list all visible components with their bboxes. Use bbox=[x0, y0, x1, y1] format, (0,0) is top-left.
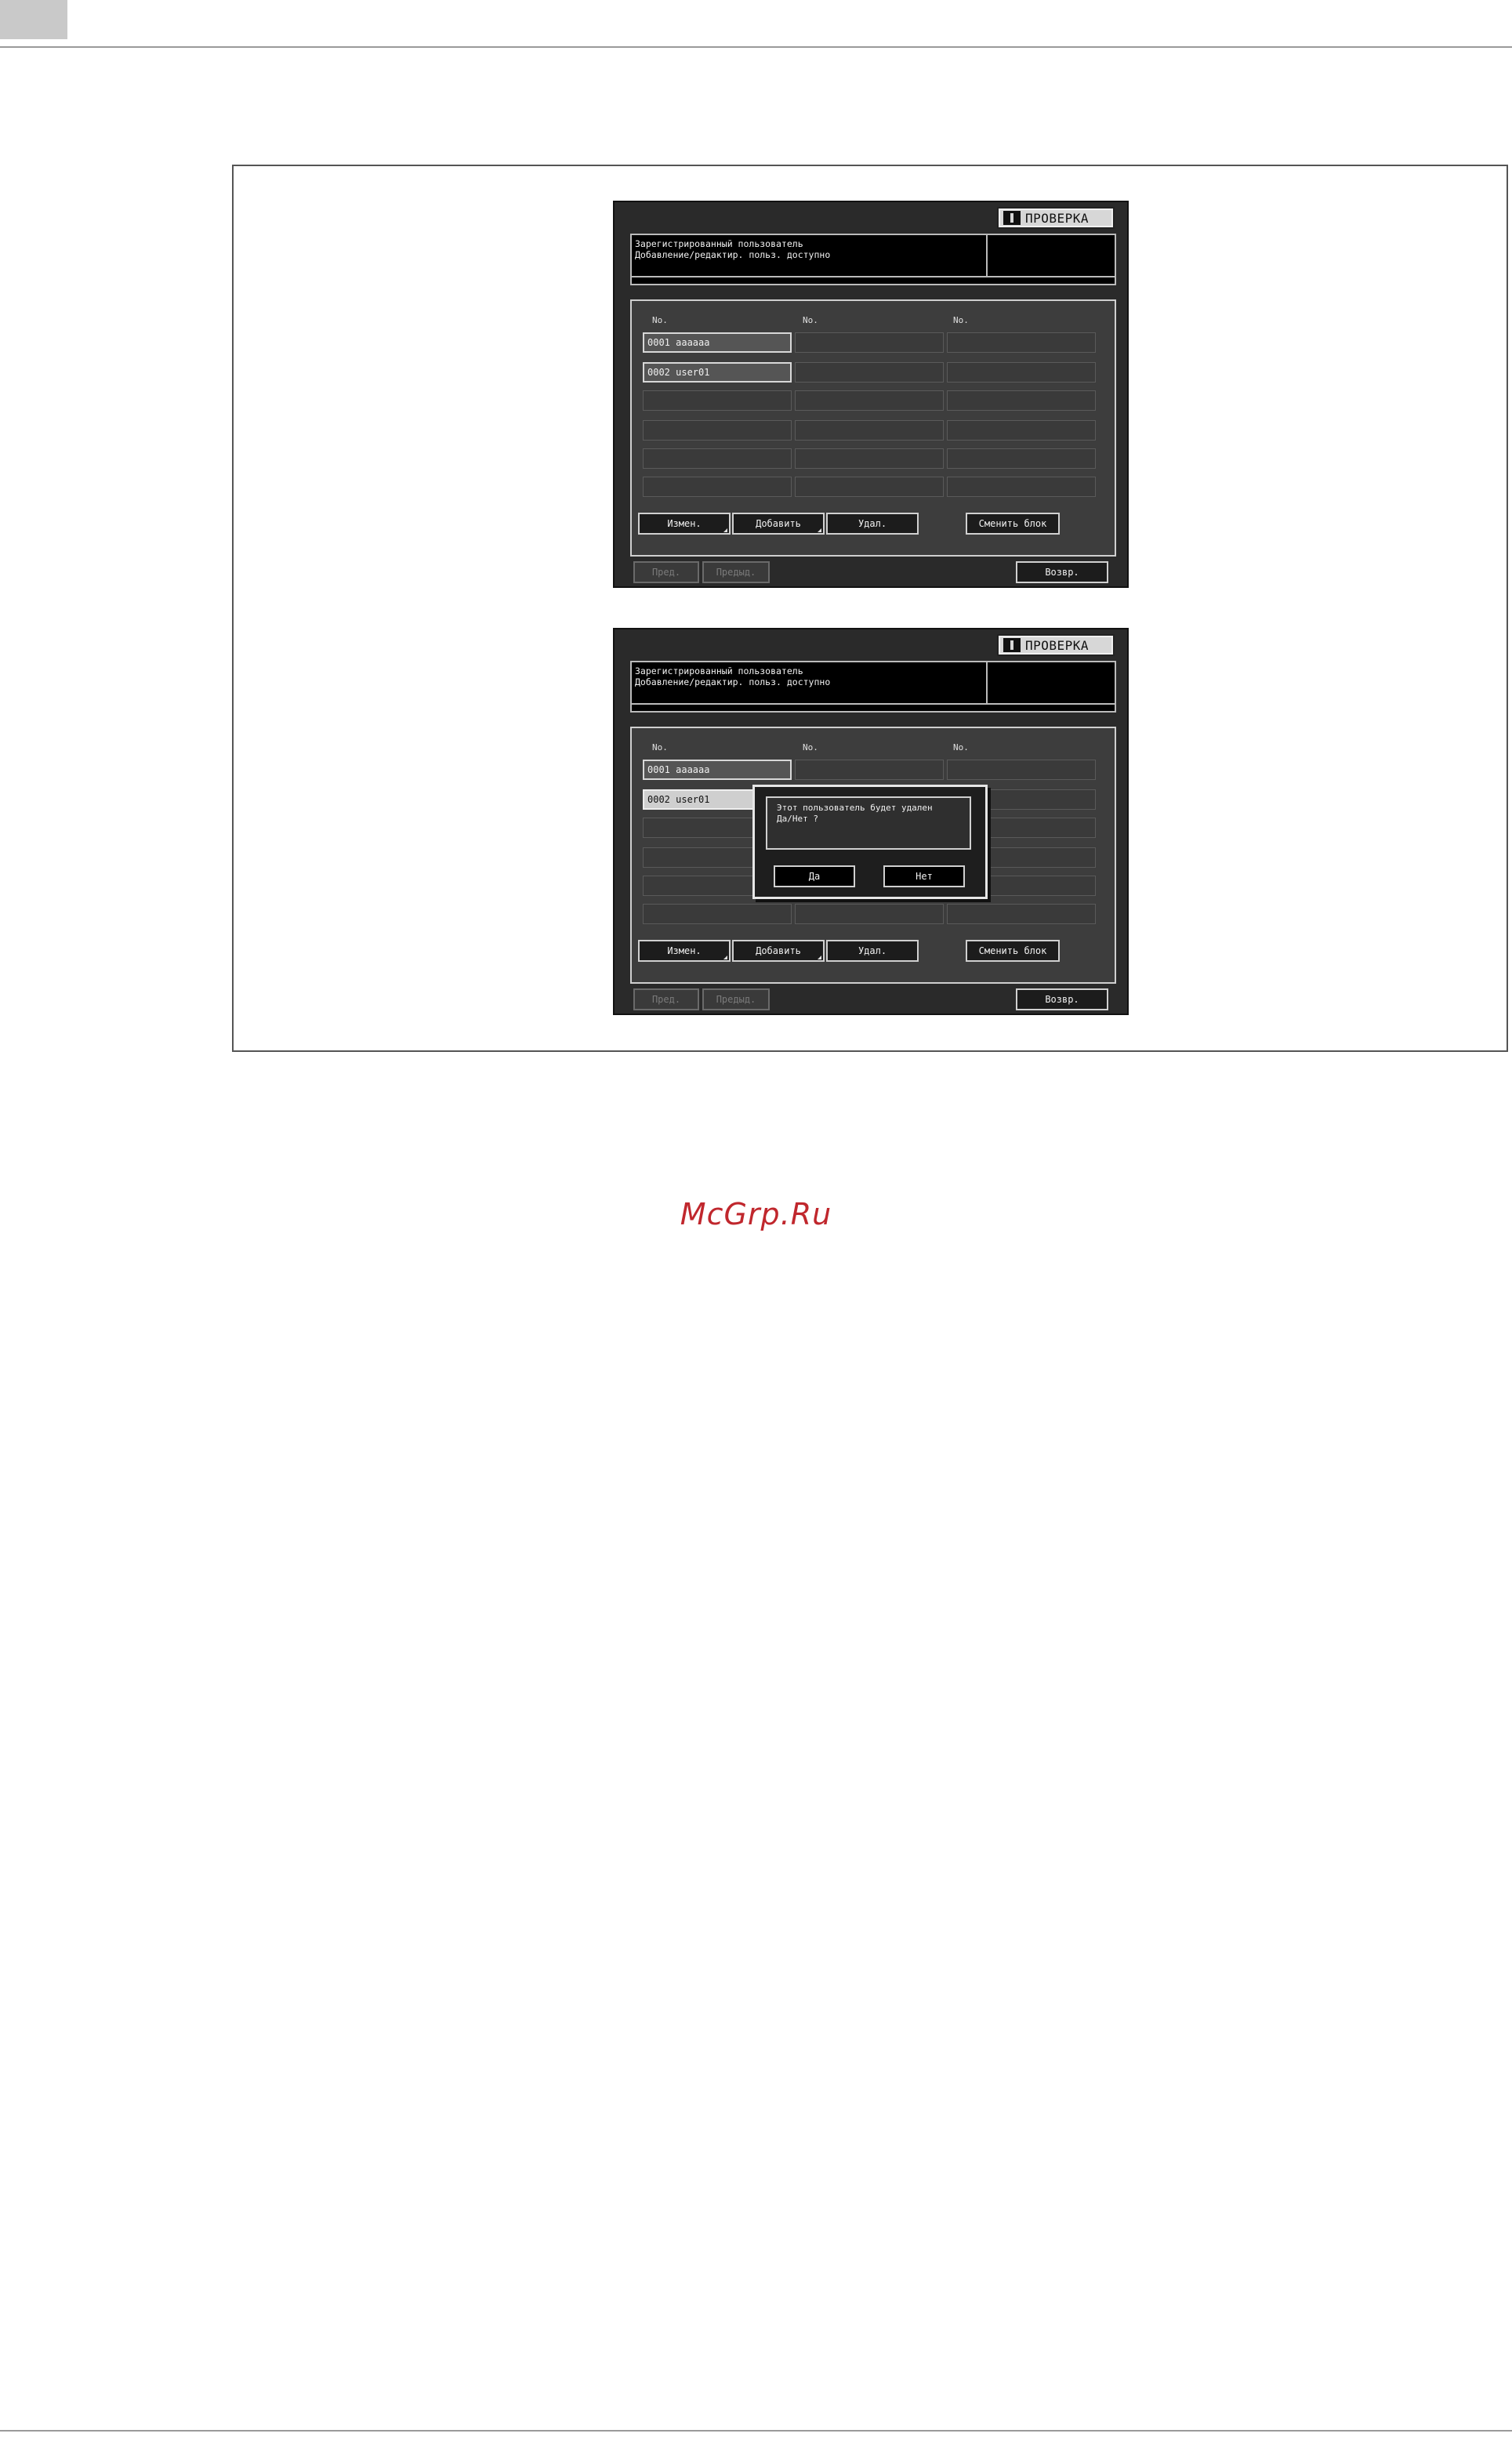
info-icon bbox=[1003, 211, 1021, 225]
change-block-button-label: Сменить блок bbox=[978, 945, 1047, 956]
empty-user-cell[interactable] bbox=[947, 760, 1096, 780]
empty-user-cell[interactable] bbox=[947, 448, 1096, 469]
dialog-message-line-1: Этот пользователь будет удален bbox=[777, 803, 933, 813]
empty-user-cell[interactable] bbox=[947, 477, 1096, 497]
message-divider bbox=[986, 235, 988, 276]
no-button-label: Нет bbox=[916, 871, 933, 882]
submenu-arrow-icon bbox=[723, 956, 727, 959]
message-bar bbox=[632, 276, 1115, 277]
footer-rule bbox=[0, 2430, 1512, 2432]
previous-button[interactable]: Предыд. bbox=[702, 988, 770, 1010]
empty-user-cell[interactable] bbox=[947, 362, 1096, 383]
empty-user-cell[interactable] bbox=[947, 332, 1096, 353]
column-header: No. bbox=[803, 315, 818, 325]
add-button-label: Добавить bbox=[756, 945, 801, 956]
column-header: No. bbox=[652, 742, 668, 752]
change-block-button-label: Сменить блок bbox=[978, 518, 1047, 529]
yes-button-label: Да bbox=[808, 871, 821, 882]
prev-button-label: Пред. bbox=[651, 567, 681, 578]
no-button[interactable]: Нет bbox=[883, 865, 965, 887]
page-corner-tab bbox=[0, 0, 67, 39]
user-cell-label: 0001 aaaaaa bbox=[647, 764, 710, 775]
empty-user-cell[interactable] bbox=[947, 390, 1096, 411]
empty-user-cell[interactable] bbox=[795, 448, 944, 469]
empty-user-cell[interactable] bbox=[643, 448, 792, 469]
empty-user-cell[interactable] bbox=[795, 332, 944, 353]
delete-button-label: Удал. bbox=[858, 945, 887, 956]
message-line-2: Добавление/редактир. польз. доступно bbox=[635, 676, 831, 687]
submenu-arrow-icon bbox=[723, 528, 727, 532]
prev-button-label: Пред. bbox=[651, 994, 681, 1005]
message-divider bbox=[986, 662, 988, 703]
previous-button-label: Предыд. bbox=[716, 994, 756, 1005]
prev-button[interactable]: Пред. bbox=[633, 988, 699, 1010]
back-button-label: Возвр. bbox=[1045, 994, 1079, 1005]
submenu-arrow-icon bbox=[818, 956, 821, 959]
user-cell-label: 0002 user01 bbox=[647, 794, 710, 805]
message-area: Зарегистрированный пользователь Добавлен… bbox=[630, 234, 1116, 285]
message-text: Зарегистрированный пользователь Добавлен… bbox=[635, 238, 980, 260]
edit-button-label: Измен. bbox=[667, 518, 702, 529]
add-button-label: Добавить bbox=[756, 518, 801, 529]
check-button[interactable]: ПРОВЕРКА bbox=[997, 207, 1115, 229]
user-cell-label: 0002 user01 bbox=[647, 367, 710, 378]
dialog-message: Этот пользователь будет удален Да/Нет ? bbox=[766, 796, 971, 850]
empty-user-cell[interactable] bbox=[643, 390, 792, 411]
empty-user-cell[interactable] bbox=[795, 420, 944, 441]
user-cell[interactable]: 0002 user01 bbox=[643, 362, 792, 383]
edit-button-label: Измен. bbox=[667, 945, 702, 956]
message-line-1: Зарегистрированный пользователь bbox=[635, 665, 803, 676]
check-button[interactable]: ПРОВЕРКА bbox=[997, 634, 1115, 656]
message-line-1: Зарегистрированный пользователь bbox=[635, 238, 803, 249]
check-button-label: ПРОВЕРКА bbox=[1025, 210, 1090, 226]
previous-button-label: Предыд. bbox=[716, 567, 756, 578]
add-button[interactable]: Добавить bbox=[732, 940, 825, 962]
delete-button-label: Удал. bbox=[858, 518, 887, 529]
back-button[interactable]: Возвр. bbox=[1016, 988, 1108, 1010]
empty-user-cell[interactable] bbox=[643, 904, 792, 924]
column-header: No. bbox=[803, 742, 818, 752]
delete-button[interactable]: Удал. bbox=[826, 940, 919, 962]
delete-confirm-screen: ПРОВЕРКА Зарегистрированный пользователь… bbox=[613, 628, 1129, 1015]
change-block-button[interactable]: Сменить блок bbox=[966, 513, 1060, 535]
delete-confirm-dialog: Этот пользователь будет удален Да/Нет ? … bbox=[752, 785, 988, 899]
empty-user-cell[interactable] bbox=[795, 904, 944, 924]
user-list-panel: No. No. No. 0001 aaaaaa 0002 user01 Изме… bbox=[630, 299, 1116, 557]
delete-button[interactable]: Удал. bbox=[826, 513, 919, 535]
column-header: No. bbox=[953, 742, 969, 752]
empty-user-cell[interactable] bbox=[643, 477, 792, 497]
message-bar bbox=[632, 703, 1115, 705]
edit-button[interactable]: Измен. bbox=[638, 940, 731, 962]
info-icon bbox=[1003, 638, 1021, 652]
watermark-text: McGrp.Ru bbox=[680, 1197, 832, 1231]
empty-user-cell[interactable] bbox=[795, 362, 944, 383]
previous-button[interactable]: Предыд. bbox=[702, 561, 770, 583]
empty-user-cell[interactable] bbox=[795, 760, 944, 780]
user-list-screen: ПРОВЕРКА Зарегистрированный пользователь… bbox=[613, 201, 1129, 588]
user-cell[interactable]: 0001 aaaaaa bbox=[643, 760, 792, 780]
change-block-button[interactable]: Сменить блок bbox=[966, 940, 1060, 962]
empty-user-cell[interactable] bbox=[947, 904, 1096, 924]
add-button[interactable]: Добавить bbox=[732, 513, 825, 535]
submenu-arrow-icon bbox=[818, 528, 821, 532]
column-header: No. bbox=[652, 315, 668, 325]
back-button[interactable]: Возвр. bbox=[1016, 561, 1108, 583]
column-header: No. bbox=[953, 315, 969, 325]
dialog-message-line-2: Да/Нет ? bbox=[777, 814, 818, 824]
prev-button[interactable]: Пред. bbox=[633, 561, 699, 583]
yes-button[interactable]: Да bbox=[774, 865, 855, 887]
empty-user-cell[interactable] bbox=[947, 420, 1096, 441]
header-rule bbox=[0, 46, 1512, 48]
message-text: Зарегистрированный пользователь Добавлен… bbox=[635, 665, 980, 687]
user-cell[interactable]: 0001 aaaaaa bbox=[643, 332, 792, 353]
check-button-label: ПРОВЕРКА bbox=[1025, 637, 1090, 653]
message-area: Зарегистрированный пользователь Добавлен… bbox=[630, 661, 1116, 713]
edit-button[interactable]: Измен. bbox=[638, 513, 731, 535]
back-button-label: Возвр. bbox=[1045, 567, 1079, 578]
message-line-2: Добавление/редактир. польз. доступно bbox=[635, 249, 831, 260]
user-cell-label: 0001 aaaaaa bbox=[647, 337, 710, 348]
empty-user-cell[interactable] bbox=[643, 420, 792, 441]
empty-user-cell[interactable] bbox=[795, 477, 944, 497]
empty-user-cell[interactable] bbox=[795, 390, 944, 411]
